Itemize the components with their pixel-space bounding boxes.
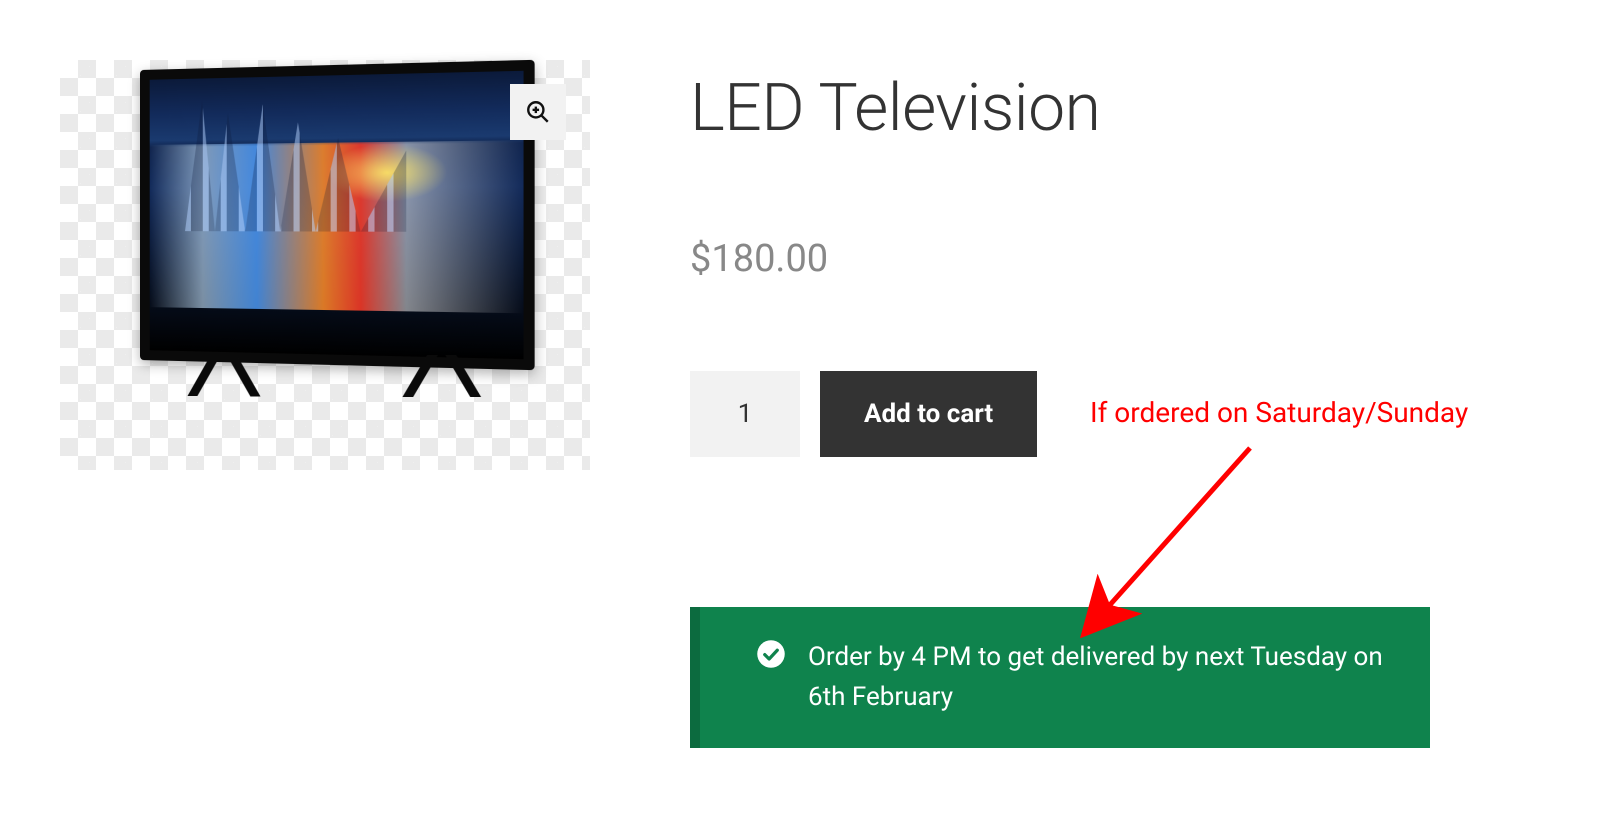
product-info-column: LED Television $180.00 Add to cart If or… [690, 60, 1540, 748]
delivery-notice: Order by 4 PM to get delivered by next T… [690, 607, 1430, 748]
delivery-notice-text: Order by 4 PM to get delivered by next T… [808, 637, 1390, 718]
tv-frame [140, 60, 535, 370]
quantity-input[interactable] [690, 371, 800, 457]
check-circle-icon [756, 639, 786, 669]
zoom-button[interactable] [510, 84, 566, 140]
add-to-cart-button[interactable]: Add to cart [820, 371, 1037, 457]
annotation-text: If ordered on Saturday/Sunday [1090, 396, 1468, 429]
tv-stand [140, 355, 535, 398]
zoom-in-icon [525, 99, 551, 125]
product-image [140, 70, 520, 396]
tv-screen [150, 71, 524, 359]
product-image-background [60, 60, 590, 470]
product-page: LED Television $180.00 Add to cart If or… [0, 0, 1600, 748]
product-title: LED Television [690, 70, 1540, 147]
product-image-column [60, 60, 590, 748]
product-price: $180.00 [690, 237, 1540, 281]
